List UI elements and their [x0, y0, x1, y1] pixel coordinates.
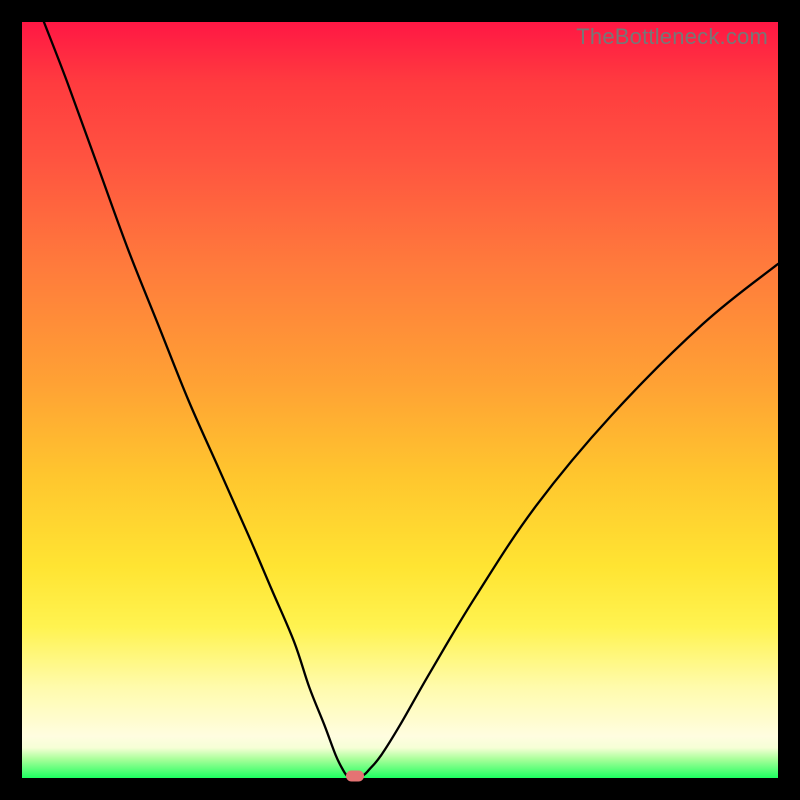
optimal-marker: [346, 770, 364, 781]
bottleneck-curve: [22, 22, 778, 778]
plot-area: TheBottleneck.com: [22, 22, 778, 778]
chart-frame: TheBottleneck.com: [0, 0, 800, 800]
